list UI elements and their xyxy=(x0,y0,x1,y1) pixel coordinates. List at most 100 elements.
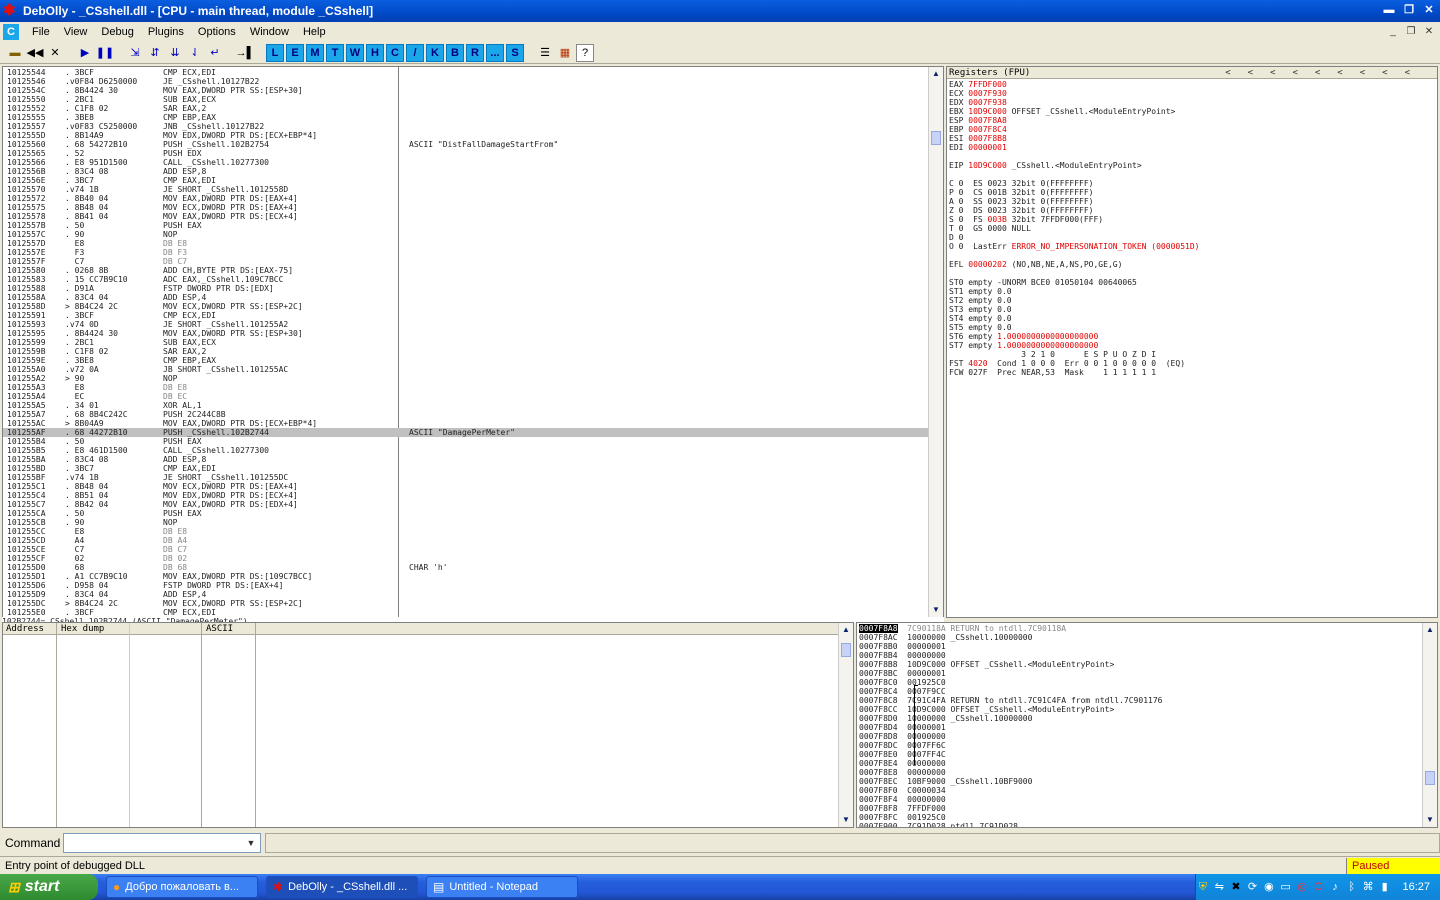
disasm-row[interactable]: 101255BA . 83C4 08 ADD ESP,8 xyxy=(3,455,929,464)
register-line[interactable]: EBX 10D9C000 OFFSET _CSshell.<ModuleEntr… xyxy=(949,107,1199,116)
stack-row[interactable]: 0007F8E0 0007FF4C xyxy=(859,750,1162,759)
chevron-down-icon[interactable]: ▼ xyxy=(243,835,259,851)
stack-row[interactable]: 0007F8B0 00000001 xyxy=(859,642,1162,651)
registers-pane[interactable]: Registers (FPU) <<<<<<<<< EAX 7FFDF000 EC… xyxy=(946,66,1438,618)
disasm-row[interactable]: 101255A0 .v72 0A JB SHORT _CSshell.101255A… xyxy=(3,365,929,374)
stack-row[interactable]: 0007F8BC 00000001 xyxy=(859,669,1162,678)
disasm-row[interactable]: 101255CF 02 DB 02 xyxy=(3,554,929,563)
disasm-row[interactable]: 101255D6 . D958 04 FSTP DWORD PTR DS:[EAX+… xyxy=(3,581,929,590)
stack-pane[interactable]: 0007F8A8 7C90118A RETURN to ntdll.7C9011… xyxy=(856,622,1438,828)
disasm-row[interactable]: 10125572 . 8B40 04 MOV EAX,DWORD PTR DS:[E… xyxy=(3,194,929,203)
register-line[interactable]: EDI 00000001 xyxy=(949,143,1199,152)
stack-row[interactable]: 0007F8D8 00000000 xyxy=(859,732,1162,741)
mdi-close-icon[interactable]: ✕ xyxy=(1422,25,1436,39)
register-line[interactable]: 3 2 1 0 E S P U O Z D I xyxy=(949,350,1199,359)
menu-view[interactable]: View xyxy=(57,26,95,38)
register-line[interactable]: ST3 empty 0.0 xyxy=(949,305,1199,314)
network-icon[interactable]: ⇋ xyxy=(1213,880,1227,894)
register-line[interactable]: FST 4020 Cond 1 0 0 0 Err 0 0 1 0 0 0 0 … xyxy=(949,359,1199,368)
register-line[interactable]: D 0 xyxy=(949,233,1199,242)
disasm-row[interactable]: 101255A7 . 68 8B4C242C PUSH 2C244C8B xyxy=(3,410,929,419)
stack-row[interactable]: 0007F8AC 10000000 _CSshell.10000000 xyxy=(859,633,1162,642)
disasm-row[interactable]: 101255D1 . A1 CC7B9C10 MOV EAX,DWORD PTR D… xyxy=(3,572,929,581)
taskbar-item-notepad[interactable]: ▤ Untitled - Notepad xyxy=(426,876,578,898)
register-line[interactable]: S 0 FS 003B 32bit 7FFDF000(FFF) xyxy=(949,215,1199,224)
update-icon[interactable]: ⟳ xyxy=(1246,880,1260,894)
tb-windows-button[interactable]: W xyxy=(346,43,364,62)
tb-source-button[interactable]: S xyxy=(506,43,524,62)
menu-help[interactable]: Help xyxy=(296,26,333,38)
scroll-down-icon[interactable]: ▼ xyxy=(931,605,941,615)
register-line[interactable] xyxy=(949,251,1199,260)
disasm-row[interactable]: 1012557C . 90 NOP xyxy=(3,230,929,239)
command-input[interactable]: ▼ xyxy=(63,833,261,853)
register-line[interactable]: T 0 GS 0000 NULL xyxy=(949,224,1199,233)
mdi-cpu-icon[interactable]: C xyxy=(3,24,19,40)
disasm-row[interactable]: 1012558D > 8B4C24 2C MOV ECX,DWORD PTR SS:… xyxy=(3,302,929,311)
tb-threads-button[interactable]: T xyxy=(326,43,344,62)
disasm-row[interactable]: 101255CD A4 DB A4 xyxy=(3,536,929,545)
disasm-row[interactable]: 1012557B . 50 PUSH EAX xyxy=(3,221,929,230)
stack-row[interactable]: 0007F8A8 7C90118A RETURN to ntdll.7C9011… xyxy=(859,624,1162,633)
trace-into-icon[interactable]: ⇊ xyxy=(166,44,184,62)
stack-row[interactable]: 0007F8F4 00000000 xyxy=(859,795,1162,804)
disasm-row[interactable]: 10125591 . 3BCF CMP ECX,EDI xyxy=(3,311,929,320)
tray-app-icon[interactable]: ◉ xyxy=(1262,880,1276,894)
disasm-row[interactable]: 10125560 . 68 54272B10 PUSH _CSshell.102B2… xyxy=(3,140,929,149)
security-alert-icon[interactable]: ✖ xyxy=(1229,880,1243,894)
grid-icon[interactable]: ▦ xyxy=(556,44,574,62)
tb-memory-button[interactable]: M xyxy=(306,43,324,62)
start-button[interactable]: ⊞ start xyxy=(0,874,98,900)
disasm-row[interactable]: 1012557F C7 DB C7 xyxy=(3,257,929,266)
pause-icon[interactable]: ❚❚ xyxy=(96,44,114,62)
disasm-row[interactable]: 101255AF . 68 44272B10 PUSH _CSshell.102B2… xyxy=(3,428,929,437)
register-line[interactable]: O 0 LastErr ERROR_NO_IMPERSONATION_TOKEN… xyxy=(949,242,1199,251)
mdi-minimize-icon[interactable]: _ xyxy=(1386,25,1400,39)
mdi-restore-icon[interactable]: ❐ xyxy=(1404,25,1418,39)
tb-log-button[interactable]: L xyxy=(266,43,284,62)
register-line[interactable]: EDX 0007F938 xyxy=(949,98,1199,107)
stack-row[interactable]: 0007F8FC 001925C0 xyxy=(859,813,1162,822)
language-icon[interactable]: ⌘ xyxy=(1361,880,1375,894)
dump-scrollbar[interactable]: ▲ ▼ xyxy=(838,623,853,827)
antivirus-icon[interactable]: ◎ xyxy=(1295,880,1309,894)
stack-row[interactable]: 0007F8CC 10D9C000 OFFSET _CSshell.<Modul… xyxy=(859,705,1162,714)
disasm-row[interactable]: 1012559E . 3BE8 CMP EBP,EAX xyxy=(3,356,929,365)
execute-till-return-icon[interactable]: ↵ xyxy=(206,44,224,62)
stack-row[interactable]: 0007F8B4 00000000 xyxy=(859,651,1162,660)
stack-row[interactable]: 0007F8F0 C0000034 xyxy=(859,786,1162,795)
disasm-row[interactable]: 101255CB . 90 NOP xyxy=(3,518,929,527)
tb-references-button[interactable]: R xyxy=(466,43,484,62)
disasm-row[interactable]: 1012557D E8 DB E8 xyxy=(3,239,929,248)
list-icon[interactable]: ☰ xyxy=(536,44,554,62)
disasm-row[interactable]: 10125588 . D91A FSTP DWORD PTR DS:[EDX] xyxy=(3,284,929,293)
disasm-row[interactable]: 1012557E F3 DB F3 xyxy=(3,248,929,257)
registers-header[interactable]: Registers (FPU) <<<<<<<<< xyxy=(947,67,1437,79)
dump-col-ascii[interactable]: ASCII xyxy=(206,623,233,635)
run-icon[interactable]: ▶ xyxy=(76,44,94,62)
disasm-row[interactable]: 101255CA . 50 PUSH EAX xyxy=(3,509,929,518)
disasm-row[interactable]: 101255AC > 8B04A9 MOV EAX,DWORD PTR DS:[EC… xyxy=(3,419,929,428)
disasm-row[interactable]: 101255CE C7 DB C7 xyxy=(3,545,929,554)
register-line[interactable]: ESP 0007F8A8 xyxy=(949,116,1199,125)
dump-pane[interactable]: Address Hex dump ASCII ▲ ▼ xyxy=(2,622,854,828)
disasm-row[interactable]: 10125570 .v74 1B JE SHORT _CSshell.1012558… xyxy=(3,185,929,194)
stack-row[interactable]: 0007F8C8 7C91C4FA RETURN to ntdll.7C91C4… xyxy=(859,696,1162,705)
go-to-icon[interactable]: →▌ xyxy=(236,44,255,62)
register-line[interactable]: EAX 7FFDF000 xyxy=(949,80,1199,89)
dump-col-hex[interactable]: Hex dump xyxy=(61,623,104,635)
disasm-row[interactable]: 101255B5 . E8 461D1500 CALL _CSshell.10277… xyxy=(3,446,929,455)
opera-icon[interactable]: O xyxy=(1312,880,1326,894)
disasm-row[interactable]: 10125599 . 2BC1 SUB EAX,ECX xyxy=(3,338,929,347)
disasm-row[interactable]: 101255C4 . 8B51 04 MOV EDX,DWORD PTR DS:[E… xyxy=(3,491,929,500)
menu-window[interactable]: Window xyxy=(243,26,296,38)
dump-col-address[interactable]: Address xyxy=(6,623,44,635)
disasm-row[interactable]: 101255CC E8 DB E8 xyxy=(3,527,929,536)
menu-debug[interactable]: Debug xyxy=(94,26,140,38)
register-line[interactable]: ECX 0007F930 xyxy=(949,89,1199,98)
disasm-row[interactable]: 10125583 . 15 CC7B9C10 ADC EAX,_CSshell.10… xyxy=(3,275,929,284)
disasm-row[interactable]: 10125557 .v0F83 C5250000 JNB _CSshell.1012… xyxy=(3,122,929,131)
disasm-row[interactable]: 10125546 .v0F84 D6250000 JE _CSshell.10127… xyxy=(3,77,929,86)
register-line[interactable]: A 0 SS 0023 32bit 0(FFFFFFFF) xyxy=(949,197,1199,206)
scroll-thumb[interactable] xyxy=(931,131,941,145)
